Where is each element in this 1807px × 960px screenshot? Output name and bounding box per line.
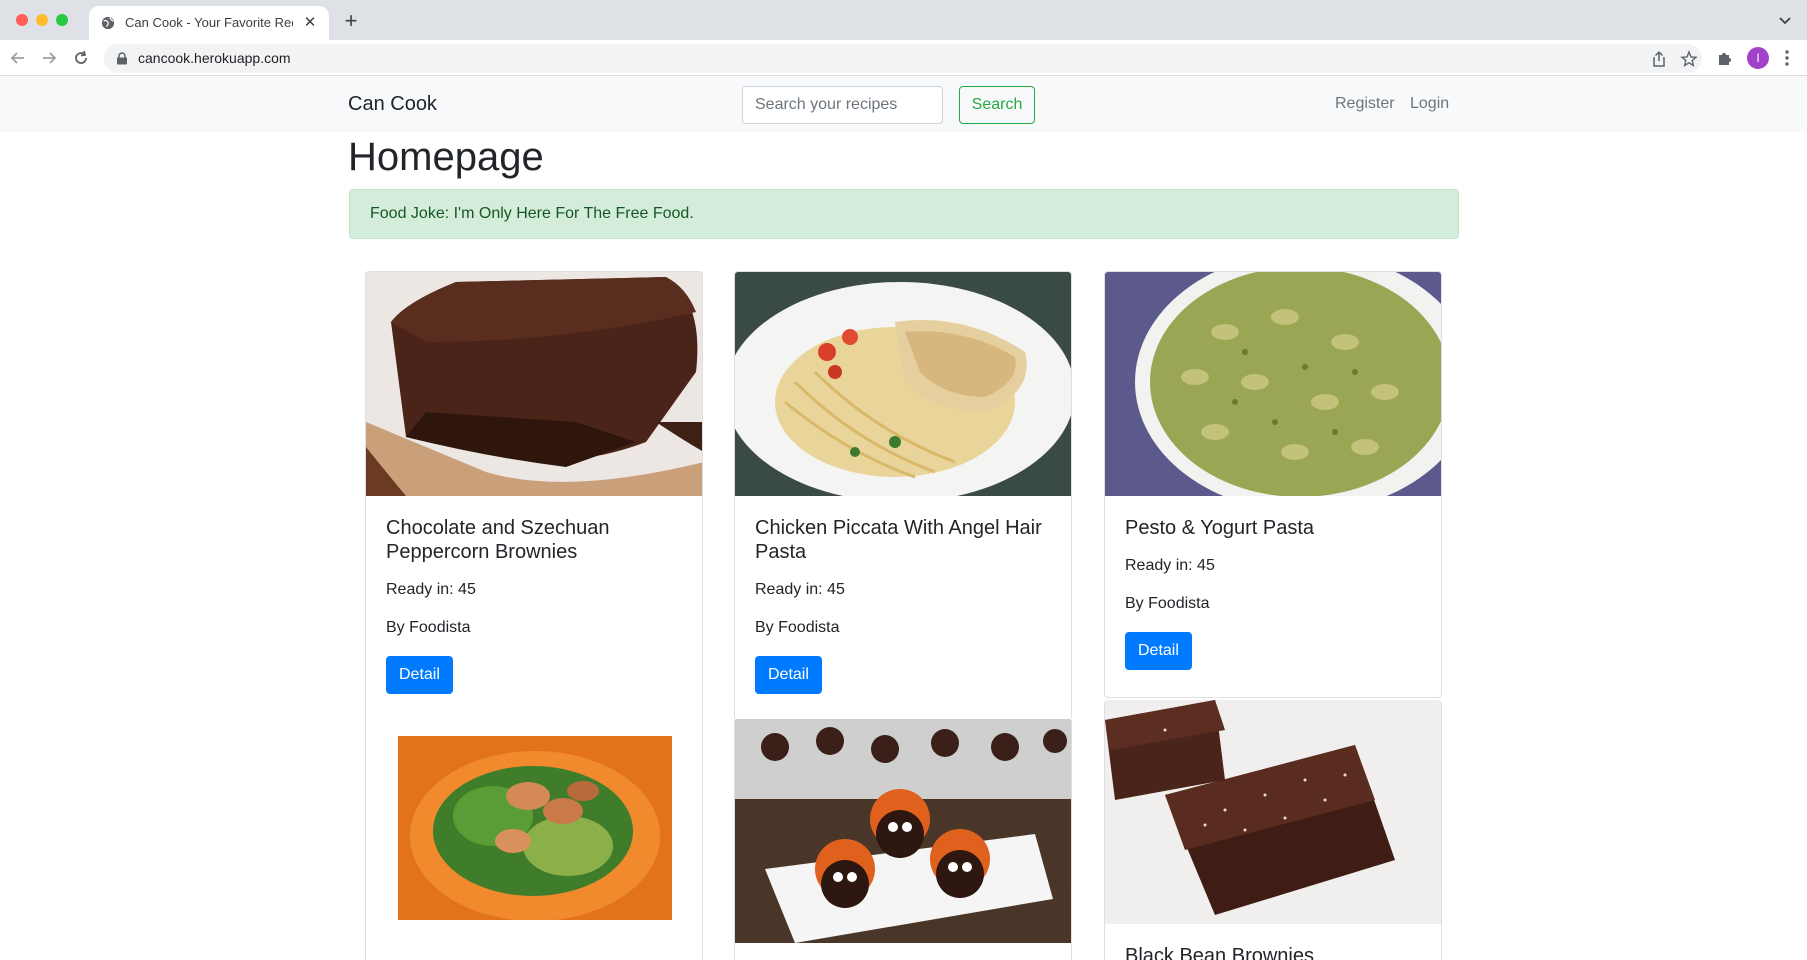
recipe-source: By Foodista bbox=[1125, 595, 1210, 612]
recipe-image bbox=[1105, 700, 1441, 924]
recipe-title: Pesto & Yogurt Pasta bbox=[1125, 517, 1315, 539]
ready-time: Ready in: 45 bbox=[386, 581, 476, 598]
close-tab-icon[interactable]: ✕ bbox=[300, 13, 320, 33]
card-body: Black Bean Brownies bbox=[1125, 944, 1425, 960]
recipe-image bbox=[735, 272, 1071, 496]
recipe-title: Chicken Piccata With Angel Hair Pasta bbox=[755, 517, 1042, 563]
back-arrow-icon[interactable] bbox=[8, 48, 28, 68]
maximize-window-button[interactable] bbox=[56, 14, 68, 26]
login-link[interactable]: Login bbox=[1410, 95, 1449, 113]
address-bar[interactable]: cancook.herokuapp.com bbox=[104, 44, 1702, 73]
site-navbar: Can Cook Search Register Login bbox=[0, 76, 1807, 132]
card-body: Pesto & Yogurt Pasta Ready in: 45 By Foo… bbox=[1125, 516, 1425, 670]
recipe-image bbox=[398, 736, 672, 920]
register-link[interactable]: Register bbox=[1335, 95, 1395, 113]
recipe-card: Black Bean Brownies bbox=[1104, 700, 1442, 960]
chevron-down-icon[interactable] bbox=[1777, 12, 1793, 28]
bookmark-star-icon[interactable] bbox=[1680, 50, 1698, 68]
recipe-card: Pesto & Yogurt Pasta Ready in: 45 By Foo… bbox=[1104, 271, 1442, 698]
extensions-puzzle-icon[interactable] bbox=[1716, 49, 1734, 67]
brand-link[interactable]: Can Cook bbox=[348, 93, 437, 116]
lock-icon bbox=[117, 52, 127, 65]
ready-time: Ready in: 45 bbox=[755, 581, 845, 598]
globe-icon bbox=[101, 16, 115, 30]
forward-arrow-icon[interactable] bbox=[39, 48, 59, 68]
recipe-card bbox=[734, 719, 1072, 960]
page-title: Homepage bbox=[348, 135, 544, 179]
tab-title: Can Cook - Your Favorite Recipes bbox=[125, 15, 293, 30]
recipe-card: Chicken Piccata With Angel Hair Pasta Re… bbox=[734, 271, 1072, 721]
url-text: cancook.herokuapp.com bbox=[138, 50, 291, 66]
more-options-icon[interactable] bbox=[1783, 49, 1791, 67]
recipe-title: Black Bean Brownies bbox=[1125, 945, 1314, 960]
detail-button[interactable]: Detail bbox=[755, 656, 822, 694]
search-button[interactable]: Search bbox=[959, 86, 1035, 124]
recipe-card: Chocolate and Szechuan Peppercorn Browni… bbox=[365, 271, 703, 960]
recipe-image bbox=[735, 719, 1071, 943]
minimize-window-button[interactable] bbox=[36, 14, 48, 26]
new-tab-icon[interactable]: + bbox=[340, 10, 362, 32]
card-body: Chicken Piccata With Angel Hair Pasta Re… bbox=[755, 516, 1055, 694]
browser-toolbar: cancook.herokuapp.com I bbox=[0, 40, 1807, 76]
recipe-source: By Foodista bbox=[755, 619, 840, 636]
browser-tab-bar: Can Cook - Your Favorite Recipes ✕ + bbox=[0, 0, 1807, 40]
card-body: Chocolate and Szechuan Peppercorn Browni… bbox=[386, 516, 686, 694]
food-joke-alert: Food Joke: I'm Only Here For The Free Fo… bbox=[349, 189, 1459, 239]
profile-avatar[interactable]: I bbox=[1747, 47, 1769, 69]
reload-icon[interactable] bbox=[71, 48, 91, 68]
recipe-title: Chocolate and Szechuan Peppercorn Browni… bbox=[386, 517, 610, 563]
search-input[interactable] bbox=[742, 86, 943, 124]
detail-button[interactable]: Detail bbox=[1125, 632, 1192, 670]
recipe-source: By Foodista bbox=[386, 619, 471, 636]
recipe-image bbox=[1105, 272, 1441, 496]
detail-button[interactable]: Detail bbox=[386, 656, 453, 694]
share-icon[interactable] bbox=[1650, 50, 1668, 68]
browser-tab[interactable]: Can Cook - Your Favorite Recipes ✕ bbox=[89, 6, 329, 40]
recipe-image bbox=[366, 272, 702, 496]
ready-time: Ready in: 45 bbox=[1125, 557, 1215, 574]
close-window-button[interactable] bbox=[16, 14, 28, 26]
